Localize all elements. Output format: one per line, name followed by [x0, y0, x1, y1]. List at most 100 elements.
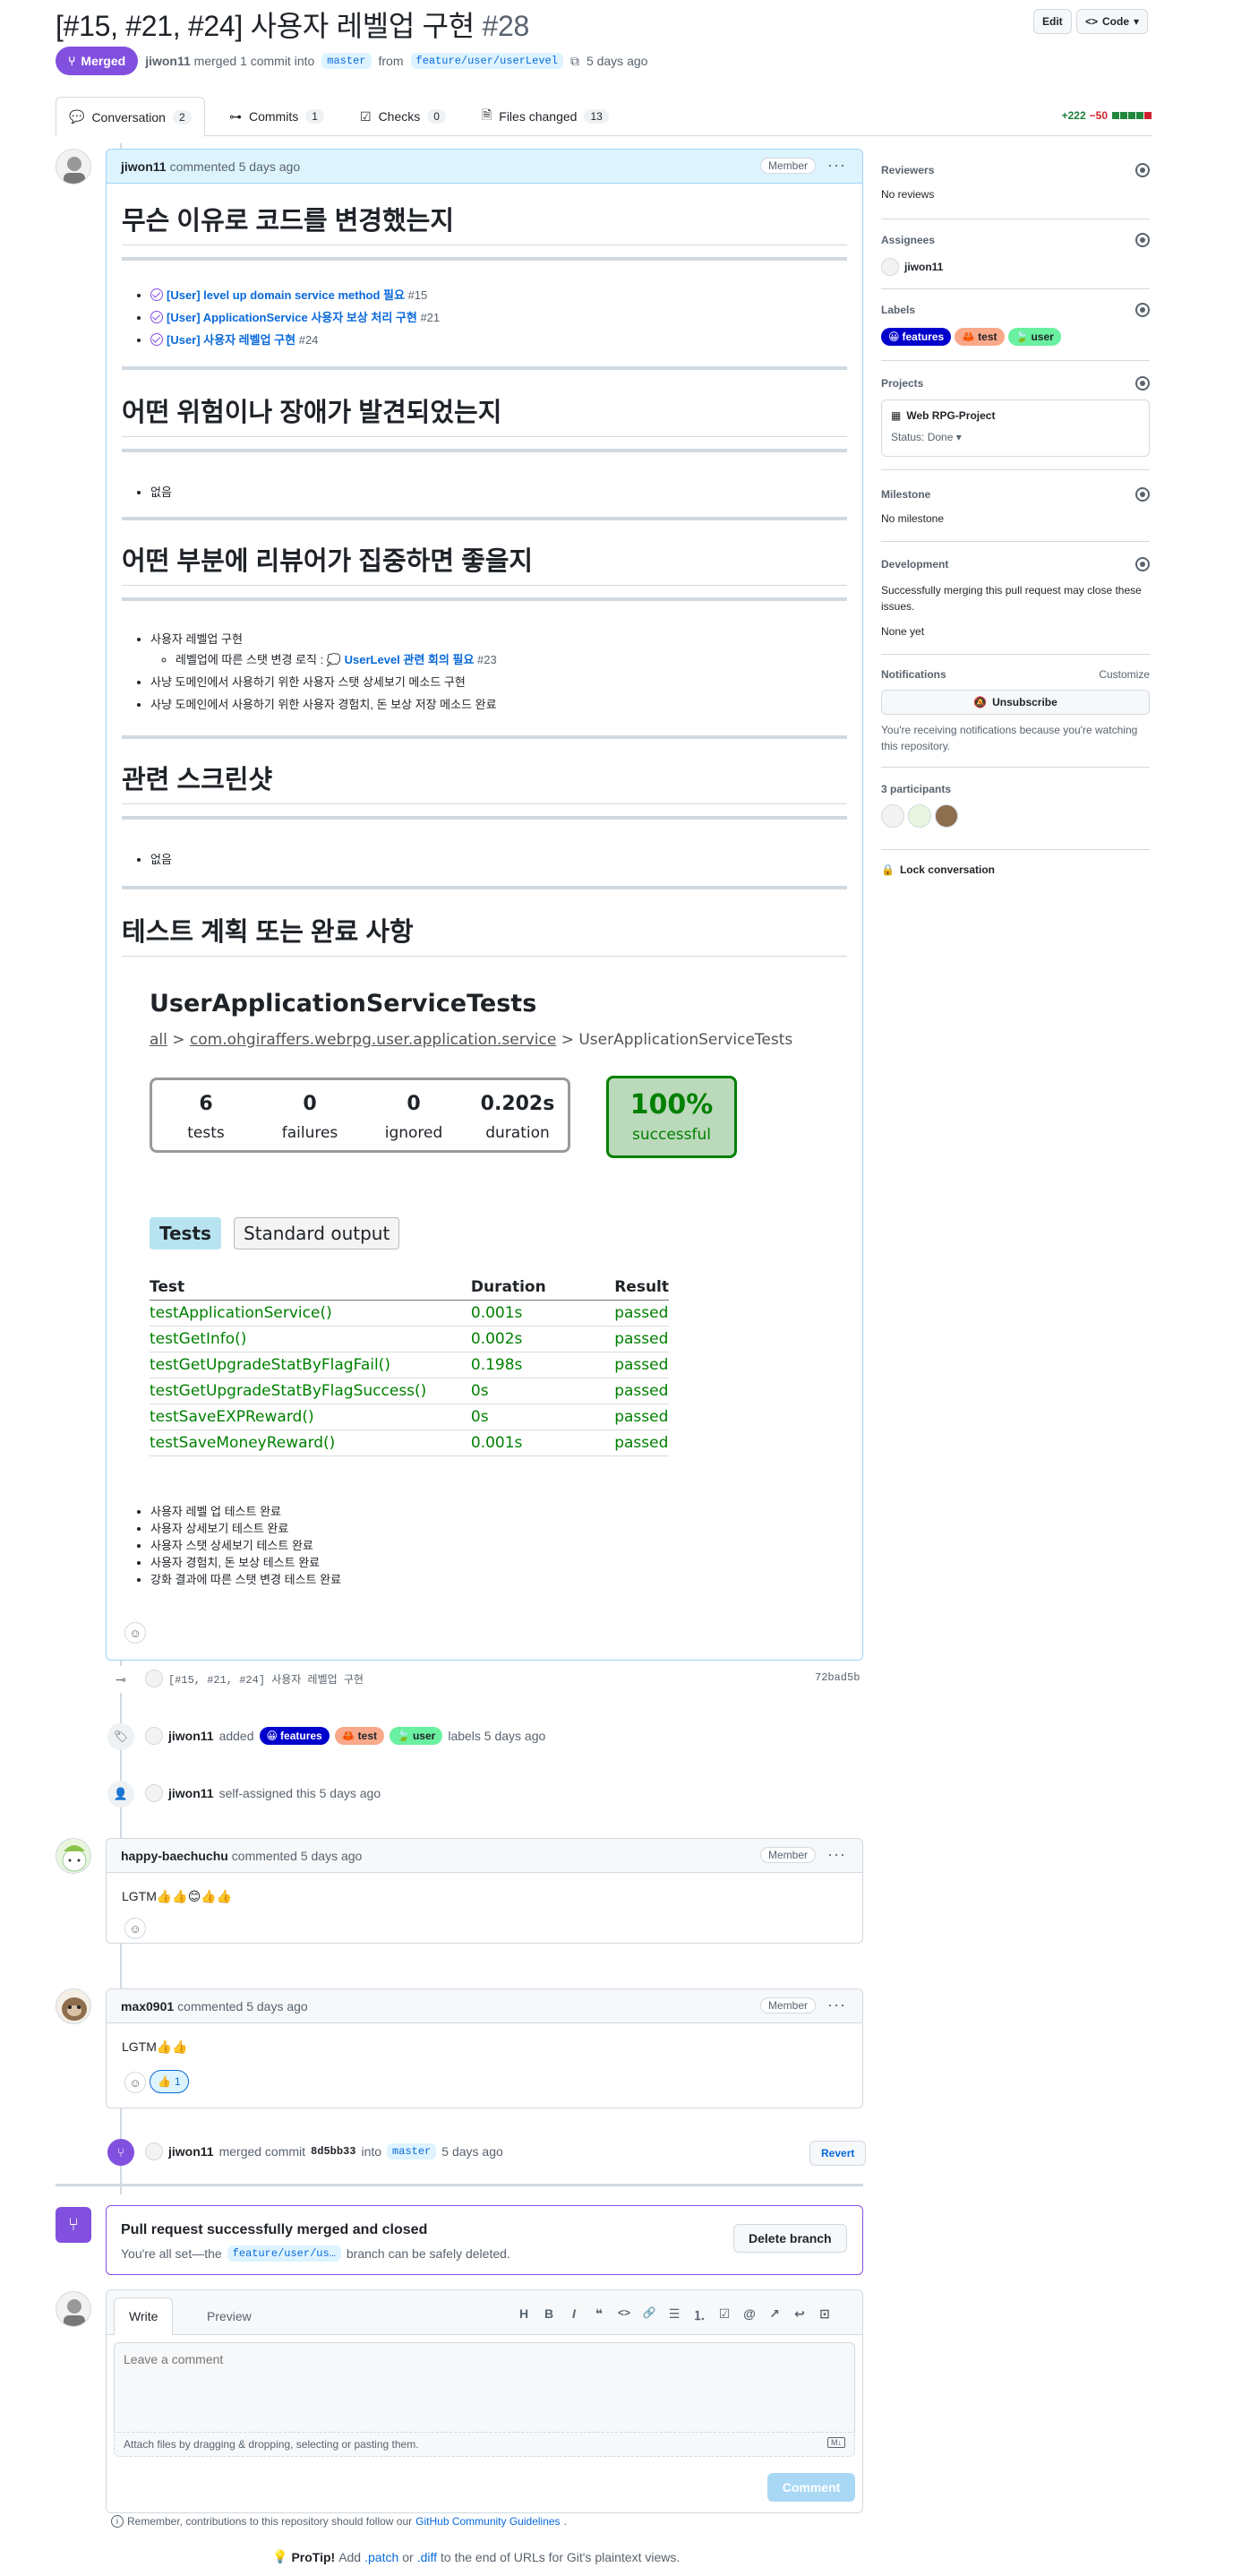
- avatar-jiwon11-small[interactable]: [145, 2142, 163, 2160]
- tab-commits[interactable]: ⊶ Commits 1: [217, 97, 337, 136]
- project-name[interactable]: Web RPG-Project: [906, 409, 995, 422]
- diff-link[interactable]: .diff: [417, 2550, 437, 2564]
- add-reaction-icon[interactable]: ☺: [124, 2072, 146, 2093]
- report-tab-output[interactable]: Standard output: [234, 1217, 400, 1249]
- italic-icon[interactable]: I: [565, 2306, 583, 2321]
- gear-icon[interactable]: [1135, 487, 1150, 502]
- sidebar-milestone: Milestone No milestone: [881, 487, 1150, 525]
- crumb-all[interactable]: all: [150, 1031, 167, 1049]
- code-button[interactable]: <> Code ▾: [1076, 9, 1149, 34]
- project-card[interactable]: ▦ Web RPG-Project Status: Done ▾: [881, 399, 1150, 457]
- gear-icon[interactable]: [1135, 163, 1150, 177]
- base-branch[interactable]: master: [321, 53, 372, 69]
- label-features[interactable]: 😀 features: [881, 328, 952, 346]
- attach-files-zone[interactable]: Attach files by dragging & dropping, sel…: [114, 2432, 855, 2457]
- label-user[interactable]: 🍃 user: [1007, 328, 1061, 346]
- gear-icon[interactable]: [1135, 557, 1150, 571]
- comment-author[interactable]: happy-baechuchu: [121, 1849, 228, 1863]
- cell-test[interactable]: testGetUpgradeStatByFlagFail(): [150, 1352, 471, 1378]
- avatar-jiwon11-small[interactable]: [145, 1670, 163, 1687]
- label-user[interactable]: 🍃 user: [390, 1727, 443, 1745]
- avatar-max0901[interactable]: [56, 1988, 91, 2024]
- cell-test[interactable]: testSaveEXPReward(): [150, 1404, 471, 1430]
- tab-conversation[interactable]: 💬 Conversation 2: [56, 97, 205, 137]
- ref-link[interactable]: [User] 사용자 레벨업 구현: [167, 333, 295, 347]
- assignee-name[interactable]: jiwon11: [904, 261, 943, 273]
- merge-branch[interactable]: master: [387, 2143, 437, 2160]
- avatar-jiwon11[interactable]: [56, 149, 91, 185]
- comment-author[interactable]: max0901: [121, 1999, 174, 2014]
- add-reaction-icon[interactable]: ☺: [124, 1918, 146, 1939]
- pr-author-link[interactable]: jiwon11: [145, 54, 191, 68]
- guidelines-link[interactable]: GitHub Community Guidelines: [415, 2515, 560, 2528]
- add-reaction-icon[interactable]: ☺: [124, 1622, 146, 1644]
- label-test[interactable]: 🦀 test: [955, 328, 1005, 346]
- gear-icon[interactable]: [1135, 303, 1150, 317]
- ref-link[interactable]: [User] ApplicationService 사용자 보상 처리 구현: [167, 311, 417, 324]
- thumbs-up-reaction[interactable]: 👍 1: [150, 2070, 189, 2093]
- cell-test[interactable]: testApplicationService(): [150, 1300, 471, 1327]
- lock-conversation[interactable]: 🔒 Lock conversation: [881, 863, 1150, 876]
- patch-link[interactable]: .patch: [364, 2550, 398, 2564]
- customize-link[interactable]: Customize: [1099, 668, 1150, 681]
- comment-textarea[interactable]: [114, 2342, 855, 2432]
- crumb-package[interactable]: com.ohgiraffers.webrpg.user.application.…: [190, 1031, 556, 1049]
- avatar-jiwon11-small[interactable]: [881, 258, 899, 276]
- avatar-jiwon11-small[interactable]: [145, 1727, 163, 1745]
- unsubscribe-button[interactable]: 🔕 Unsubscribe: [881, 690, 1150, 715]
- label-test[interactable]: 🦀 test: [334, 1727, 385, 1745]
- cross-reference-icon[interactable]: ↗: [766, 2306, 783, 2322]
- event-actor[interactable]: jiwon11: [168, 1729, 214, 1743]
- ref-link[interactable]: UserLevel 관련 회의 필요: [345, 653, 475, 666]
- cell-test[interactable]: testGetUpgradeStatByFlagSuccess(): [150, 1378, 471, 1404]
- cell-test[interactable]: testGetInfo(): [150, 1326, 471, 1352]
- ordered-list-icon[interactable]: ⒈: [690, 2306, 708, 2324]
- cell-test[interactable]: testSaveMoneyReward(): [150, 1430, 471, 1456]
- participant-avatar[interactable]: [908, 804, 931, 828]
- reply-icon[interactable]: ↩: [791, 2306, 809, 2322]
- head-branch[interactable]: feature/user/userLevel: [410, 53, 563, 69]
- tab-write[interactable]: Write: [114, 2297, 174, 2335]
- report-title: UserApplicationServiceTests: [150, 990, 537, 1018]
- unordered-list-icon[interactable]: ☰: [665, 2306, 683, 2322]
- tab-files-changed[interactable]: 🗎 Files changed 13: [469, 97, 621, 136]
- gear-icon[interactable]: [1135, 233, 1150, 247]
- issue-closed-icon: [150, 333, 163, 346]
- merged-branch[interactable]: feature/user/us…: [227, 2245, 341, 2262]
- edit-button[interactable]: Edit: [1033, 9, 1072, 34]
- link-icon[interactable]: 🔗: [640, 2306, 658, 2319]
- label-features[interactable]: 😀 features: [259, 1727, 330, 1745]
- diffstat[interactable]: +222 −50: [1062, 109, 1152, 122]
- event-actor[interactable]: jiwon11: [168, 1786, 214, 1800]
- avatar-jiwon11-small[interactable]: [145, 1784, 163, 1802]
- report-tab-tests[interactable]: Tests: [150, 1217, 221, 1249]
- revert-button[interactable]: Revert: [809, 2141, 867, 2166]
- participant-avatar[interactable]: [881, 804, 904, 828]
- bold-icon[interactable]: B: [540, 2306, 558, 2321]
- kebab-menu-icon[interactable]: ···: [827, 1845, 846, 1864]
- copy-icon[interactable]: ⧉: [570, 54, 579, 69]
- delete-branch-button[interactable]: Delete branch: [733, 2224, 847, 2253]
- avatar-current-user[interactable]: [56, 2291, 91, 2327]
- tab-preview[interactable]: Preview: [193, 2297, 266, 2335]
- comment-author[interactable]: jiwon11: [121, 159, 167, 174]
- mention-icon[interactable]: @: [741, 2306, 758, 2321]
- participant-avatar[interactable]: [935, 804, 958, 828]
- task-list-icon[interactable]: ☑: [715, 2306, 733, 2322]
- tab-checks[interactable]: ☑ Checks 0: [347, 97, 458, 136]
- slash-command-icon[interactable]: ⊡: [816, 2306, 834, 2322]
- merge-sha[interactable]: 8d5bb33: [311, 2145, 355, 2158]
- commit-message-link[interactable]: [#15, #21, #24] 사용자 레벨업 구현: [168, 1671, 364, 1687]
- comment-submit-button[interactable]: Comment: [767, 2473, 855, 2502]
- avatar-happy-baechuchu[interactable]: [56, 1838, 91, 1874]
- heading-icon[interactable]: H: [515, 2306, 533, 2321]
- commit-sha[interactable]: 72bad5b: [815, 1671, 860, 1684]
- kebab-menu-icon[interactable]: ···: [827, 1996, 846, 2014]
- quote-icon[interactable]: ❝: [590, 2306, 608, 2322]
- kebab-menu-icon[interactable]: ···: [827, 156, 846, 175]
- code-icon[interactable]: <>: [615, 2306, 633, 2319]
- gear-icon[interactable]: [1135, 376, 1150, 391]
- ref-link[interactable]: [User] level up domain service method 필요: [167, 288, 405, 302]
- event-actor[interactable]: jiwon11: [168, 2144, 214, 2159]
- project-status[interactable]: Status: Done: [891, 431, 953, 443]
